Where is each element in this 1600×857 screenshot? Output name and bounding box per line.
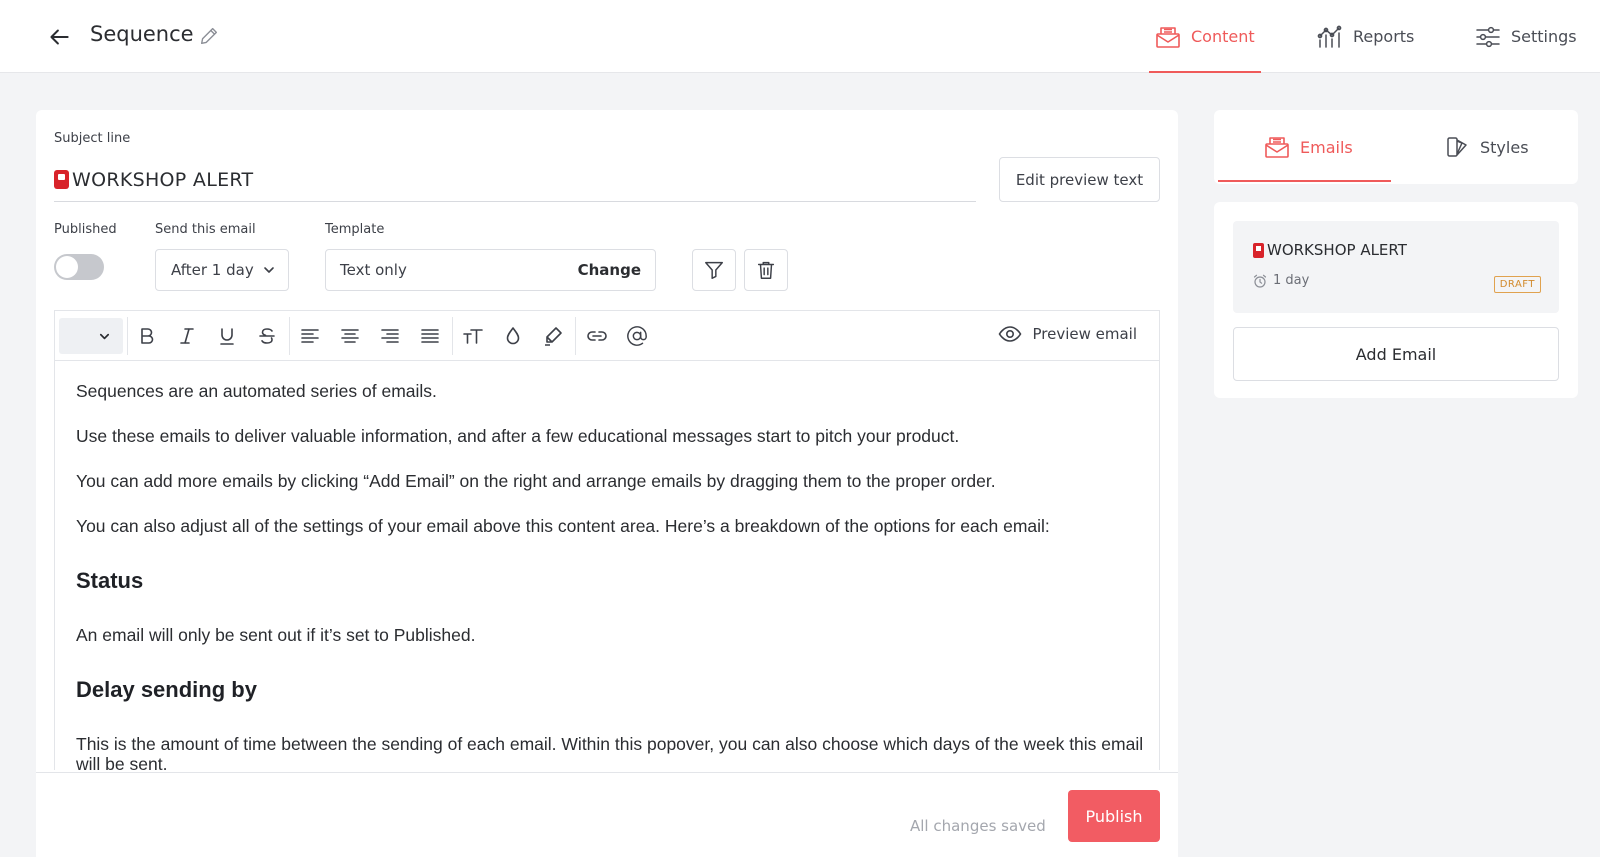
published-label: Published [54, 222, 117, 237]
send-this-email-label: Send this email [155, 222, 256, 237]
email-delay-text: 1 day [1273, 273, 1310, 288]
publish-button[interactable]: Publish [1068, 790, 1160, 842]
eye-icon [999, 326, 1022, 342]
italic-button[interactable] [173, 322, 201, 350]
change-template-button[interactable]: Change [578, 261, 641, 279]
tab-styles-label: Styles [1480, 137, 1529, 157]
tab-emails[interactable]: Emails [1264, 110, 1353, 184]
highlight-button[interactable] [539, 322, 567, 350]
toolbar-divider [289, 317, 290, 355]
rich-text-editor: Preview email Sequences are an automated… [54, 310, 1160, 770]
subject-line-label: Subject line [54, 131, 131, 146]
template-field: Text only Change [325, 249, 656, 291]
preview-email-label: Preview email [1032, 325, 1137, 343]
align-left-button[interactable] [296, 322, 324, 350]
email-delay: 1 day [1253, 273, 1309, 288]
draft-status-badge: DRAFT [1493, 276, 1541, 293]
paragraph: You can also adjust all of the settings … [76, 516, 1050, 536]
paragraph: This is the amount of time between the s… [76, 734, 1144, 770]
active-tab-indicator [1218, 180, 1391, 182]
align-justify-icon [421, 329, 439, 343]
text-style-dropdown[interactable] [59, 318, 123, 354]
chevron-down-icon [99, 333, 110, 340]
highlighter-icon [545, 327, 562, 346]
tab-reports-label: Reports [1353, 27, 1415, 46]
tab-reports[interactable]: Reports [1317, 0, 1414, 73]
send-delay-value: After 1 day [171, 261, 254, 279]
tab-emails-label: Emails [1300, 137, 1353, 157]
align-right-icon [381, 329, 399, 343]
align-center-button[interactable] [336, 322, 364, 350]
send-delay-select[interactable]: After 1 day [155, 249, 289, 291]
paragraph: Use these emails to deliver valuable inf… [76, 426, 960, 446]
strikethrough-button[interactable] [253, 322, 281, 350]
email-list-item[interactable]: WORKSHOP ALERT 1 day DRAFT [1233, 221, 1559, 313]
filter-button[interactable] [692, 249, 736, 291]
sliders-icon [1476, 26, 1500, 47]
color-drop-icon [506, 327, 520, 345]
template-value: Text only [340, 261, 407, 279]
at-sign-icon [627, 326, 647, 346]
top-bar: Sequence Content Reports Settings [0, 0, 1600, 73]
link-icon [587, 331, 607, 341]
italic-icon [180, 328, 194, 344]
toolbar-divider [452, 317, 453, 355]
paragraph: Sequences are an automated series of ema… [76, 381, 437, 401]
font-size-icon [463, 329, 483, 344]
subject-line-value: WORKSHOP ALERT [72, 168, 254, 191]
editor-footer [36, 772, 1178, 857]
save-status: All changes saved [910, 817, 1046, 835]
underline-button[interactable] [213, 322, 241, 350]
heading-status: Status [76, 568, 144, 593]
tab-styles[interactable]: Styles [1446, 110, 1529, 184]
toolbar-divider [127, 317, 128, 355]
edit-title-pencil-icon[interactable] [198, 25, 220, 47]
tab-settings[interactable]: Settings [1475, 0, 1577, 73]
font-size-button[interactable] [459, 322, 487, 350]
edit-preview-text-button[interactable]: Edit preview text [999, 157, 1160, 202]
palette-styles-icon [1447, 137, 1467, 157]
subject-line-input[interactable]: WORKSHOP ALERT [54, 158, 976, 202]
template-label: Template [325, 222, 385, 237]
sidebar-tabs: Emails Styles [1214, 110, 1578, 184]
back-arrow-icon[interactable] [46, 24, 72, 50]
editor-content[interactable]: Sequences are an automated series of ema… [76, 381, 1146, 770]
strikethrough-icon [259, 328, 275, 344]
bold-icon [141, 328, 154, 344]
underline-icon [220, 328, 234, 345]
justify-button[interactable] [416, 322, 444, 350]
filter-icon [705, 261, 723, 279]
reports-chart-icon [1317, 25, 1342, 48]
preview-email-button[interactable]: Preview email [998, 324, 1137, 344]
align-center-icon [341, 329, 359, 343]
editor-toolbar: Preview email [55, 311, 1159, 361]
paragraph: You can add more emails by clicking “Add… [76, 471, 996, 491]
insert-link-button[interactable] [583, 322, 611, 350]
email-title-text: WORKSHOP ALERT [1267, 241, 1407, 259]
align-left-icon [301, 329, 319, 343]
published-toggle[interactable] [54, 254, 104, 280]
paragraph: An email will only be sent out if it’s s… [76, 625, 476, 645]
chevron-down-icon [264, 267, 274, 273]
email-title: WORKSHOP ALERT [1253, 241, 1407, 259]
toolbar-divider [575, 317, 576, 355]
bold-button[interactable] [133, 322, 161, 350]
siren-emoji-icon [54, 170, 69, 189]
mention-button[interactable] [623, 322, 651, 350]
tab-settings-label: Settings [1511, 27, 1577, 46]
heading-delay: Delay sending by [76, 677, 257, 702]
text-color-button[interactable] [499, 322, 527, 350]
envelope-open-icon [1265, 137, 1289, 158]
envelope-open-icon [1156, 26, 1180, 48]
tab-content[interactable]: Content [1149, 0, 1261, 73]
alarm-clock-icon [1253, 274, 1267, 288]
add-email-button[interactable]: Add Email [1233, 327, 1559, 381]
tab-content-label: Content [1191, 27, 1255, 46]
page-title: Sequence [90, 22, 194, 46]
trash-icon [757, 261, 775, 279]
siren-emoji-icon [1253, 242, 1264, 258]
delete-email-button[interactable] [744, 249, 788, 291]
align-right-button[interactable] [376, 322, 404, 350]
